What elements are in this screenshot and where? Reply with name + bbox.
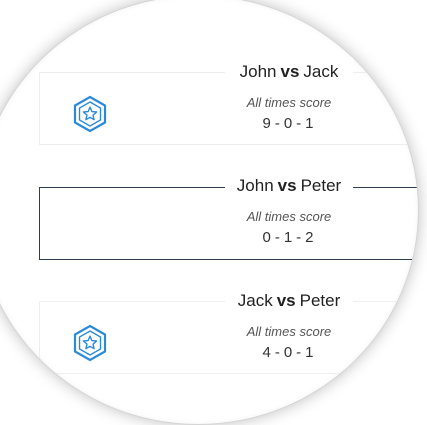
score-losses: 1: [305, 344, 316, 361]
player-two-name: Peter: [300, 176, 342, 195]
player-one-name: Jack: [237, 291, 273, 310]
matchup-title: John vs Jack: [225, 57, 353, 87]
matchup-title: John vs Peter: [225, 171, 353, 201]
score-line: 4-0-1: [262, 344, 316, 361]
player-one-name: John: [236, 176, 274, 195]
matchup-title: Jack vs Peter: [225, 286, 353, 316]
versus-label: vs: [276, 291, 296, 310]
score-draws: 0: [283, 344, 295, 361]
matchup-card[interactable]: Jack vs Peter All times score 4-0-1: [39, 286, 418, 374]
magnifier-lens: John vs Jack All times score 9-0-1 John …: [0, 0, 418, 424]
score-wins: 4: [262, 344, 273, 361]
matchup-card-selected[interactable]: John vs Peter All times score 0-1-2: [39, 171, 418, 260]
score-losses: 2: [305, 229, 316, 246]
card-border-right: [353, 187, 418, 188]
star-badge-icon: [71, 324, 109, 362]
score-caption: All times score: [246, 95, 332, 110]
score-caption: All times score: [246, 209, 332, 224]
versus-label: vs: [280, 62, 300, 81]
score-caption: All times score: [246, 324, 332, 339]
screenshot-canvas: John vs Jack All times score 9-0-1 John …: [0, 0, 427, 425]
score-draws: 0: [283, 115, 295, 132]
card-border-left: [39, 187, 225, 188]
player-two-name: Peter: [299, 291, 341, 310]
score-line: 0-1-2: [262, 229, 316, 246]
star-badge-icon: [71, 95, 109, 133]
versus-label: vs: [277, 176, 297, 195]
score-line: 9-0-1: [262, 115, 316, 132]
player-two-name: Jack: [303, 62, 339, 81]
score-wins: 0: [262, 229, 273, 246]
matchup-card[interactable]: John vs Jack All times score 9-0-1: [39, 57, 418, 145]
score-losses: 1: [305, 115, 316, 132]
matchup-list: John vs Jack All times score 9-0-1 John …: [0, 0, 418, 424]
score-wins: 9: [262, 115, 273, 132]
score-draws: 1: [283, 229, 295, 246]
player-one-name: John: [239, 62, 277, 81]
